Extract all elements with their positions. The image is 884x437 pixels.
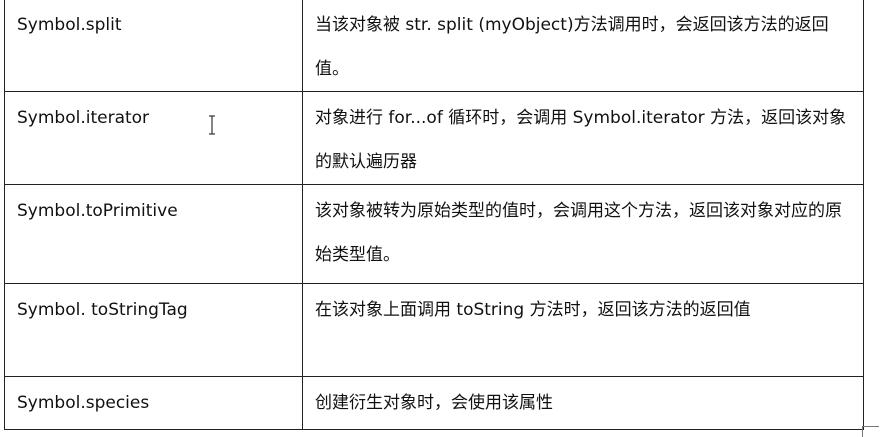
text-cursor-icon [209, 115, 215, 135]
symbol-name-cell: Symbol. toStringTag [4, 283, 303, 377]
symbol-description-cell: 当该对象被 str. split (myObject)方法调用时，会返回该方法的… [302, 0, 864, 92]
document-page: Symbol.split 当该对象被 str. split (myObject)… [0, 0, 884, 437]
symbol-description-cell: 在该对象上面调用 toString 方法时，返回该方法的返回值 [302, 283, 864, 377]
table-row: Symbol.toPrimitive 该对象被转为原始类型的值时，会调用这个方法… [4, 184, 864, 284]
symbol-name-cell: Symbol.iterator [4, 91, 303, 185]
table-row: Symbol. toStringTag 在该对象上面调用 toString 方法… [4, 283, 864, 377]
resize-corner-icon [862, 426, 879, 437]
table-row: Symbol.iterator 对象进行 for...of 循环时，会调用 Sy… [4, 91, 864, 185]
symbol-name-cell: Symbol.toPrimitive [4, 184, 303, 284]
symbol-description-cell: 该对象被转为原始类型的值时，会调用这个方法，返回该对象对应的原始类型值。 [302, 184, 864, 284]
table-row: Symbol.split 当该对象被 str. split (myObject)… [4, 0, 864, 92]
symbol-description-cell: 创建衍生对象时，会使用该属性 [302, 376, 864, 430]
table-row: Symbol.species 创建衍生对象时，会使用该属性 [4, 376, 864, 430]
symbol-properties-table: Symbol.split 当该对象被 str. split (myObject)… [4, 0, 864, 430]
symbol-name-cell: Symbol.species [4, 376, 303, 430]
symbol-name-cell: Symbol.split [4, 0, 303, 92]
symbol-description-cell: 对象进行 for...of 循环时，会调用 Symbol.iterator 方法… [302, 91, 864, 185]
